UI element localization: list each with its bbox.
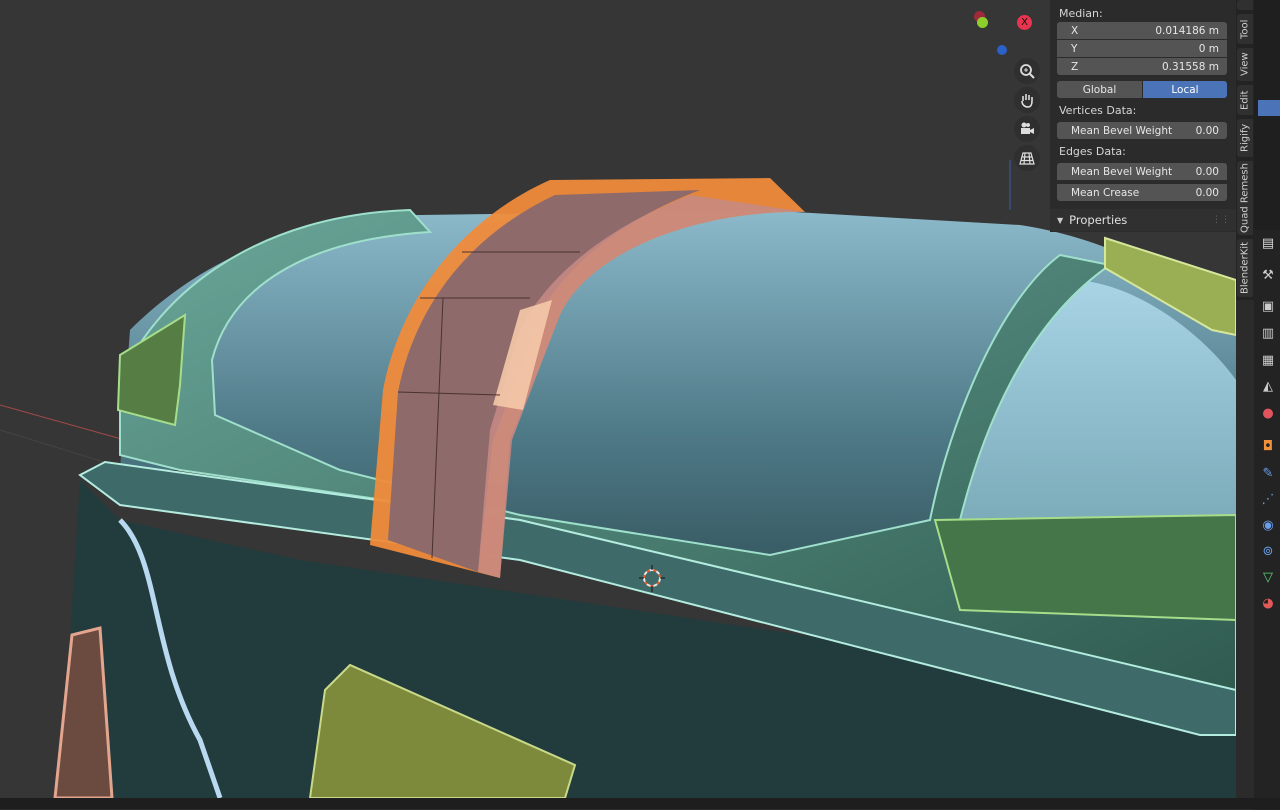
material-icon[interactable]: ◕ — [1258, 593, 1278, 613]
y-label: Y — [1071, 42, 1078, 55]
gizmo-x-icon[interactable]: X — [1017, 15, 1032, 30]
median-label: Median: — [1059, 7, 1103, 20]
properties-label: Properties — [1069, 213, 1128, 227]
outliner-selected-row[interactable] — [1258, 100, 1280, 116]
output-icon[interactable]: ▣ — [1258, 296, 1278, 316]
vertex-bevel-weight-value: 0.00 — [1195, 124, 1219, 137]
x-label: X — [1071, 24, 1079, 37]
tab-quad-remesh[interactable]: Quad Remesh — [1237, 161, 1253, 235]
edges-data-label: Edges Data: — [1059, 145, 1126, 158]
edge-bevel-weight-label: Mean Bevel Weight — [1071, 165, 1173, 178]
right-band — [933, 513, 1236, 622]
gizmo-z-neg-icon[interactable] — [997, 45, 1007, 55]
tab-blenderkit[interactable]: BlenderKit — [1237, 239, 1253, 297]
sidebar-item-panel: Median: X 0.014186 m Y 0 m Z 0.31558 m G… — [1050, 0, 1236, 232]
outliner-edge — [1254, 0, 1280, 230]
camera-icon[interactable] — [1014, 116, 1040, 142]
median-z-field[interactable]: Z 0.31558 m — [1057, 58, 1227, 75]
vertex-bevel-weight-field[interactable]: Mean Bevel Weight 0.00 — [1057, 122, 1227, 139]
vertex-bevel-weight-label: Mean Bevel Weight — [1071, 124, 1173, 137]
data-icon[interactable]: ⊚ — [1258, 541, 1278, 561]
modifier-icon[interactable]: ◘ — [1258, 436, 1278, 456]
render-icon[interactable]: ⚒ — [1258, 265, 1278, 285]
tab-rigify[interactable]: Rigify — [1237, 119, 1253, 157]
collapse-triangle-icon: ▼ — [1057, 215, 1064, 225]
constraints-icon[interactable]: ◉ — [1258, 515, 1278, 535]
object-icon[interactable]: ● — [1258, 403, 1278, 423]
y-value: 0 m — [1198, 42, 1219, 55]
vertices-data-label: Vertices Data: — [1059, 104, 1137, 117]
particles-icon[interactable]: ✎ — [1258, 463, 1278, 483]
z-label: Z — [1071, 60, 1079, 73]
gizmo-y-icon[interactable] — [977, 17, 988, 28]
global-toggle[interactable]: Global — [1057, 81, 1142, 98]
mesh-data-icon[interactable]: ▽ — [1258, 567, 1278, 587]
zoom-icon[interactable] — [1014, 58, 1040, 84]
drag-handle-icon[interactable]: ⋮⋮ — [1212, 215, 1230, 225]
physics-icon[interactable]: ⋰ — [1258, 489, 1278, 509]
gizmo-x-label: X — [1021, 17, 1028, 28]
mean-crease-value: 0.00 — [1195, 186, 1219, 199]
view-layer-icon[interactable]: ▥ — [1258, 323, 1278, 343]
median-y-field[interactable]: Y 0 m — [1057, 40, 1227, 57]
scene-icon[interactable]: ▦ — [1258, 350, 1278, 370]
x-value: 0.014186 m — [1155, 24, 1219, 37]
world-icon[interactable]: ◭ — [1258, 376, 1278, 396]
tool-icon[interactable]: ▤ — [1258, 233, 1278, 253]
local-toggle[interactable]: Local — [1143, 81, 1227, 98]
tab-item-partial[interactable] — [1237, 0, 1253, 10]
properties-panel-header[interactable]: ▼ Properties ⋮⋮ — [1050, 209, 1236, 231]
local-label: Local — [1171, 83, 1199, 96]
mean-crease-label: Mean Crease — [1071, 186, 1140, 199]
grid-ortho-icon[interactable] — [1014, 145, 1040, 171]
sidebar-tabs: Tool View Edit Rigify Quad Remesh Blende… — [1236, 0, 1254, 300]
properties-editor-tabs: ▤ ⚒ ▣ ▥ ▦ ◭ ● ◘ ✎ ⋰ ◉ ⊚ ▽ ◕ — [1254, 230, 1280, 810]
tab-edit[interactable]: Edit — [1237, 85, 1253, 115]
tab-tool[interactable]: Tool — [1237, 14, 1253, 44]
grid-x-axis — [0, 404, 126, 441]
tab-view[interactable]: View — [1237, 48, 1253, 81]
edge-bevel-weight-value: 0.00 — [1195, 165, 1219, 178]
z-value: 0.31558 m — [1162, 60, 1219, 73]
edge-bevel-weight-field[interactable]: Mean Bevel Weight 0.00 — [1057, 163, 1227, 180]
hand-pan-icon[interactable] — [1014, 87, 1040, 113]
global-label: Global — [1082, 83, 1117, 96]
mean-crease-field[interactable]: Mean Crease 0.00 — [1057, 184, 1227, 201]
median-x-field[interactable]: X 0.014186 m — [1057, 22, 1227, 39]
timeline-bar — [0, 798, 1280, 809]
